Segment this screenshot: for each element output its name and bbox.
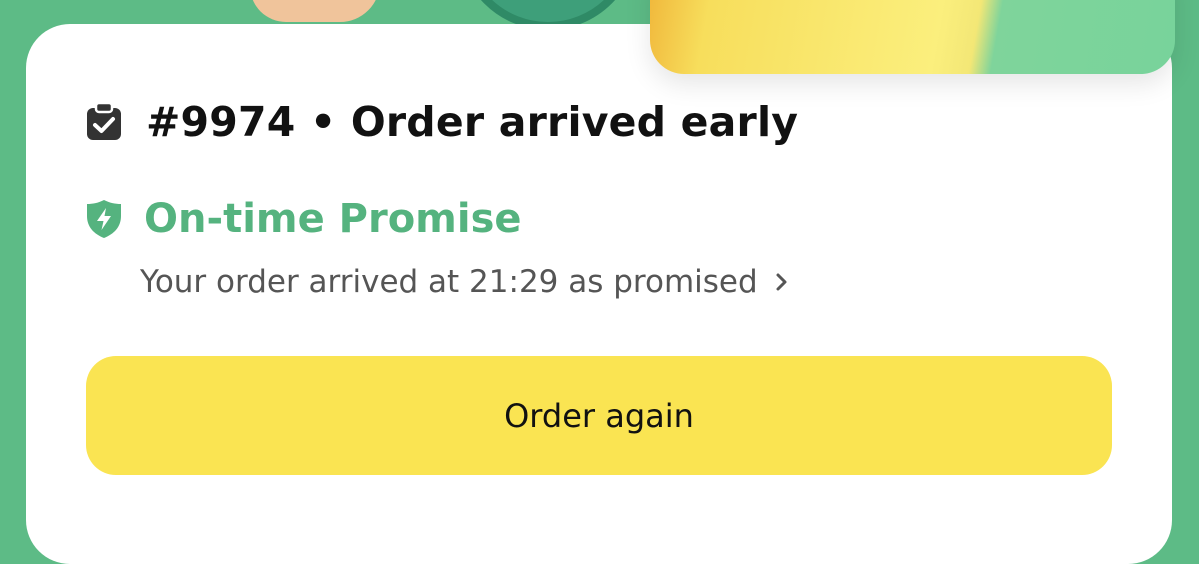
order-title: #9974 • Order arrived early [146, 98, 799, 146]
promise-subtitle: Your order arrived at 21:29 as promised [140, 264, 758, 300]
clipboard-check-icon [87, 102, 121, 140]
shield-bolt-icon [87, 200, 121, 238]
illustration-box [650, 0, 1175, 74]
promise-details-link[interactable]: Your order arrived at 21:29 as promised [140, 264, 790, 300]
promise-title: On-time Promise [144, 196, 522, 242]
chevron-right-icon [776, 273, 787, 291]
promise-header: On-time Promise [84, 196, 522, 242]
order-card: #9974 • Order arrived early On-time Prom… [26, 24, 1172, 564]
order-header: #9974 • Order arrived early [84, 98, 798, 146]
illustration-hand [250, 0, 380, 22]
order-again-button[interactable]: Order again [86, 356, 1112, 475]
